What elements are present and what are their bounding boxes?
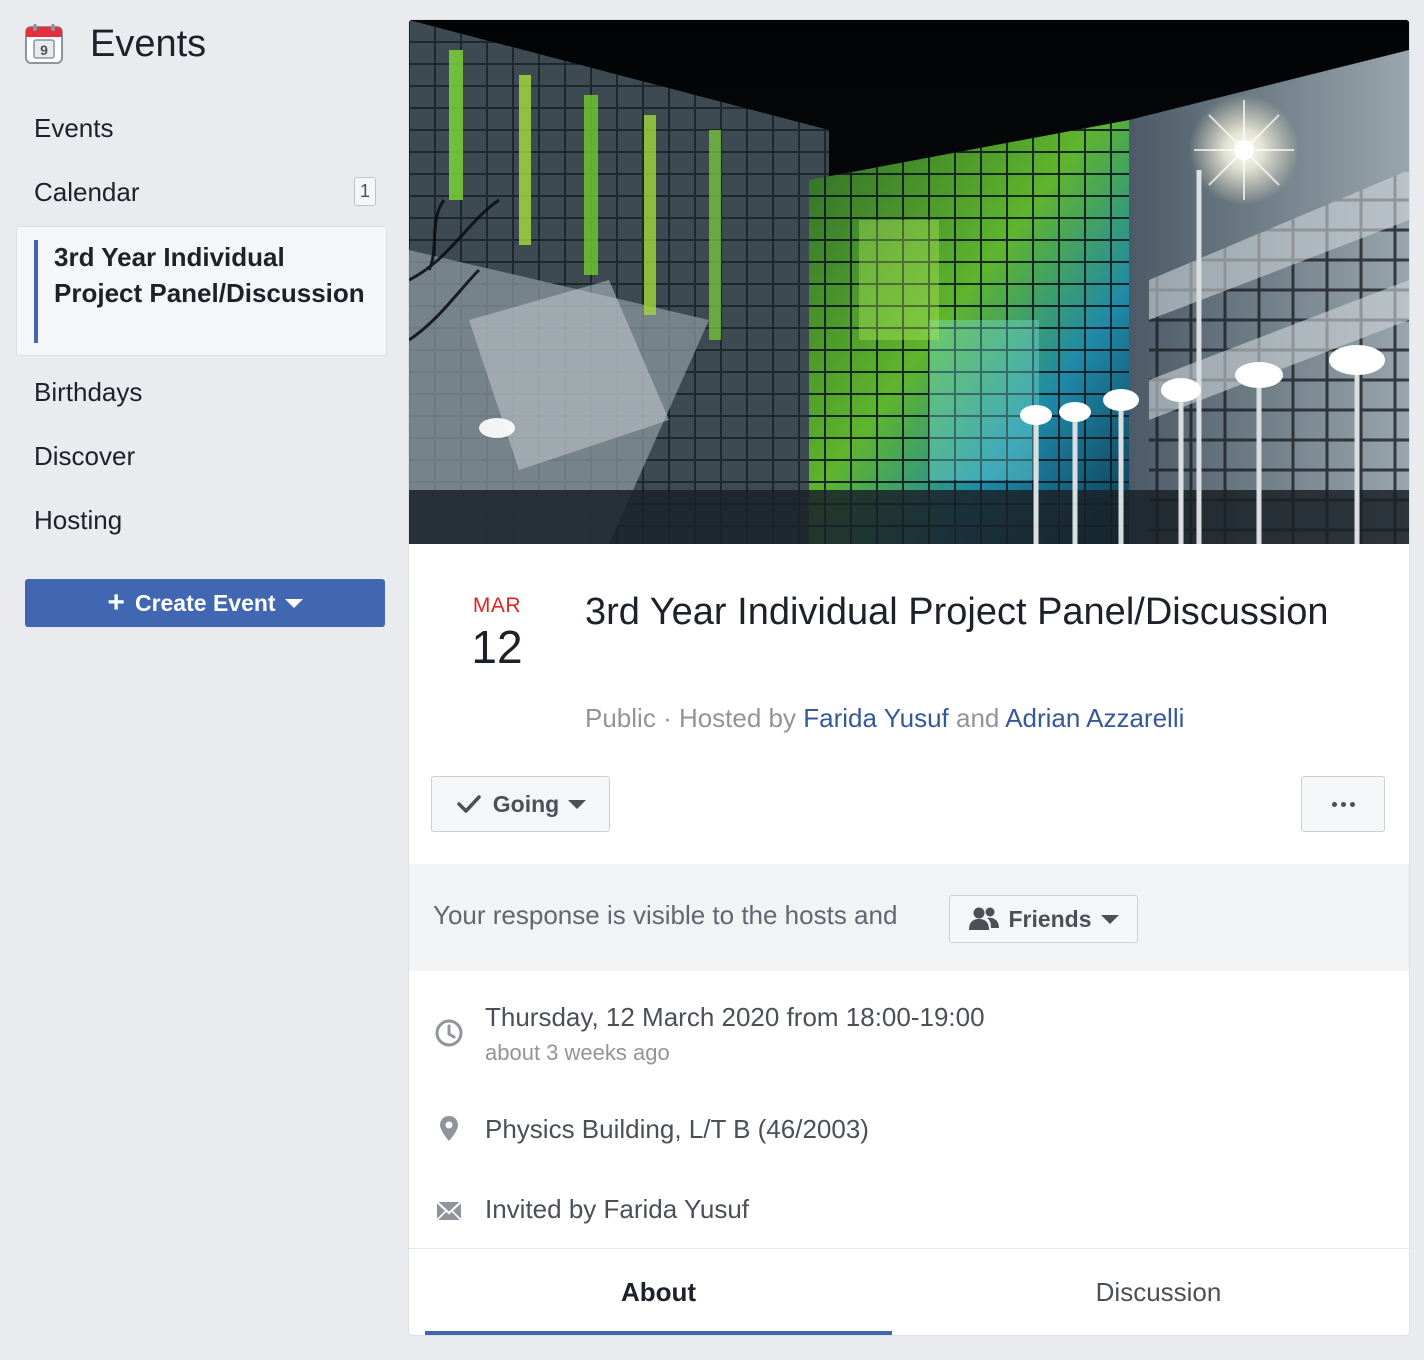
calendar-icon: 9 <box>25 24 63 64</box>
more-options-button[interactable] <box>1301 776 1385 832</box>
check-icon <box>457 795 481 813</box>
hosted-by-prefix: · Hosted by <box>663 703 797 733</box>
sidebar-item-calendar[interactable]: Calendar 1 <box>16 164 386 220</box>
sidebar-item-events[interactable]: Events <box>16 100 386 156</box>
caret-down-icon <box>1100 914 1119 924</box>
tab-label: Discussion <box>1095 1277 1222 1307</box>
active-indicator <box>34 240 38 343</box>
tab-discussion[interactable]: Discussion <box>925 1249 1392 1335</box>
sidebar: 9 Events Events Calendar 1 3rd Year Indi… <box>0 0 400 1360</box>
sidebar-item-label: Birthdays <box>34 376 143 407</box>
host-link-farida[interactable]: Farida Yusuf <box>803 703 949 733</box>
event-date-box: MAR 12 <box>457 594 537 674</box>
event-month: MAR <box>472 594 522 617</box>
event-card: MAR 12 3rd Year Individual Project Panel… <box>409 20 1409 1335</box>
sidebar-item-hosting[interactable]: Hosting <box>16 492 386 548</box>
sidebar-item-label: Events <box>34 112 114 143</box>
envelope-icon <box>436 1201 462 1221</box>
invited-by-text: Invited by Farida Yusuf <box>485 1194 750 1224</box>
sidebar-item-birthdays[interactable]: Birthdays <box>16 364 386 420</box>
ellipsis-icon-dot <box>1349 801 1355 807</box>
sidebar-item-discover[interactable]: Discover <box>16 428 386 484</box>
sidebar-item-current-event[interactable]: 3rd Year Individual Project Panel/Discus… <box>16 226 387 356</box>
audience-selector-button[interactable]: Friends <box>949 895 1138 943</box>
create-event-label: Create Event <box>134 589 276 616</box>
ellipsis-icon-dot <box>1331 801 1337 807</box>
friends-label: Friends <box>1008 905 1092 932</box>
going-label: Going <box>492 790 560 817</box>
create-event-button[interactable]: + Create Event <box>25 579 385 627</box>
event-time-relative: about 3 weeks ago <box>485 1040 670 1065</box>
tab-about[interactable]: About <box>425 1249 892 1335</box>
page-title: Events <box>90 22 207 65</box>
event-tabs: About Discussion <box>409 1248 1409 1335</box>
clock-icon <box>435 1019 463 1047</box>
tab-label: About <box>620 1277 697 1307</box>
response-visibility-bar: Your response is visible to the hosts an… <box>409 864 1409 971</box>
event-time-text: Thursday, 12 March 2020 from 18:00-19:00 <box>485 1002 985 1032</box>
caret-down-icon <box>568 799 587 809</box>
plus-icon: + <box>107 586 125 619</box>
host-conjunction: and <box>956 703 1000 733</box>
sidebar-header: 9 Events <box>25 22 206 66</box>
host-link-adrian[interactable]: Adrian Azzarelli <box>1005 703 1184 733</box>
event-day: 12 <box>471 621 523 673</box>
ellipsis-icon-dot <box>1340 801 1346 807</box>
event-cover-photo[interactable] <box>409 20 1409 544</box>
sidebar-item-label: Calendar <box>34 176 140 207</box>
calendar-icon-day: 9 <box>40 42 48 58</box>
sidebar-item-label: Hosting <box>34 504 123 535</box>
sidebar-item-label: 3rd Year Individual Project Panel/Discus… <box>54 242 365 308</box>
event-title: 3rd Year Individual Project Panel/Discus… <box>585 591 1329 633</box>
event-location-text[interactable]: Physics Building, L/T B (46/2003) <box>485 1114 869 1145</box>
friends-icon <box>969 907 1000 930</box>
visibility-text: Your response is visible to the hosts an… <box>433 900 898 930</box>
caret-down-icon <box>284 598 303 608</box>
privacy-label: Public <box>585 703 656 733</box>
count-badge: 1 <box>354 177 376 206</box>
event-host-line: Public · Hosted by Farida Yusuf and Adri… <box>585 703 1184 734</box>
going-button[interactable]: Going <box>431 776 610 832</box>
sidebar-item-label: Discover <box>34 440 136 471</box>
location-pin-icon <box>440 1116 458 1141</box>
